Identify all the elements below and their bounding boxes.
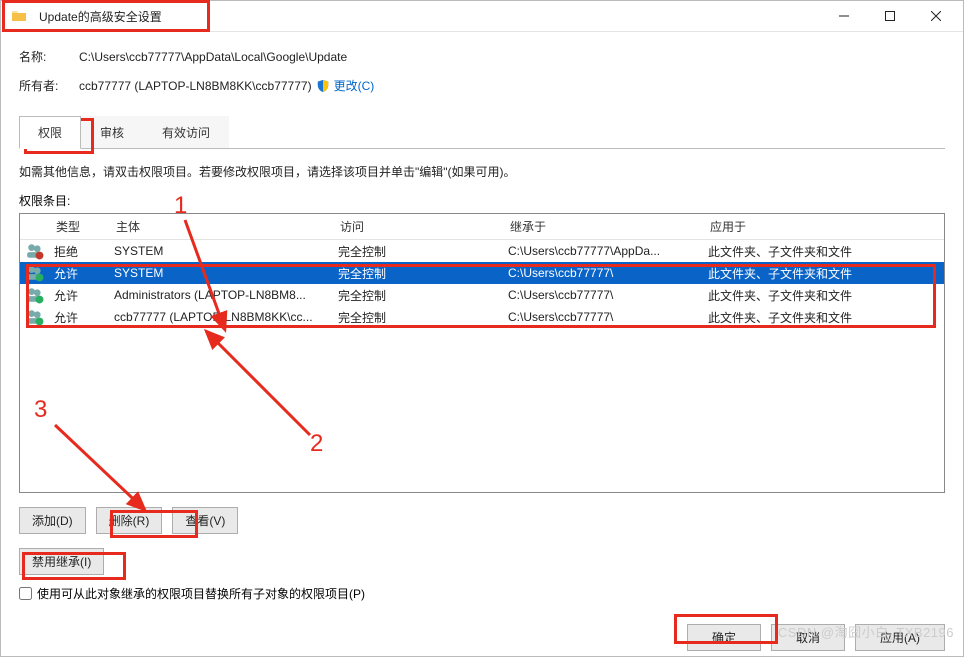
cancel-button[interactable]: 取消 — [771, 624, 845, 651]
owner-value: ccb77777 (LAPTOP-LN8BM8KK\ccb77777) — [79, 79, 312, 93]
col-principal[interactable]: 主体 — [116, 218, 340, 235]
cell-type: 允许 — [54, 309, 114, 326]
cell-inherited: C:\Users\ccb77777\AppDa... — [508, 244, 708, 258]
principal-icon — [26, 242, 44, 260]
disable-inheritance-button[interactable]: 禁用继承(I) — [19, 548, 104, 575]
principal-icon — [26, 308, 44, 326]
security-dialog: Update的高级安全设置 名称: C:\Users\ccb77777\AppD… — [0, 0, 964, 657]
remove-button[interactable]: 删除(R) — [96, 507, 163, 534]
tab-auditing[interactable]: 审核 — [81, 116, 143, 149]
permission-entries-table: 类型 主体 访问 继承于 应用于 拒绝SYSTEM完全控制C:\Users\cc… — [19, 213, 945, 493]
cell-applies: 此文件夹、子文件夹和文件 — [708, 243, 944, 260]
cell-applies: 此文件夹、子文件夹和文件 — [708, 265, 944, 282]
ok-button[interactable]: 确定 — [687, 624, 761, 651]
replace-child-permissions-checkbox[interactable] — [19, 587, 32, 600]
principal-icon — [26, 264, 44, 282]
table-row[interactable]: 拒绝SYSTEM完全控制C:\Users\ccb77777\AppDa...此文… — [20, 240, 944, 262]
col-type[interactable]: 类型 — [56, 218, 116, 235]
minimize-button[interactable] — [821, 1, 867, 31]
titlebar: Update的高级安全设置 — [1, 1, 963, 32]
col-access[interactable]: 访问 — [340, 218, 510, 235]
cell-applies: 此文件夹、子文件夹和文件 — [708, 287, 944, 304]
add-button[interactable]: 添加(D) — [19, 507, 86, 534]
cell-access: 完全控制 — [338, 309, 508, 326]
cell-type: 拒绝 — [54, 243, 114, 260]
cell-principal: SYSTEM — [114, 244, 338, 258]
entries-label: 权限条目: — [19, 192, 945, 209]
cell-inherited: C:\Users\ccb77777\ — [508, 266, 708, 280]
window-title: Update的高级安全设置 — [33, 4, 168, 29]
annotation-number: 1 — [174, 192, 187, 220]
col-applies[interactable]: 应用于 — [710, 218, 944, 235]
cell-inherited: C:\Users\ccb77777\ — [508, 288, 708, 302]
name-value: C:\Users\ccb77777\AppData\Local\Google\U… — [79, 50, 347, 64]
owner-label: 所有者: — [19, 77, 79, 94]
cell-principal: SYSTEM — [114, 266, 338, 280]
apply-button[interactable]: 应用(A) — [855, 624, 945, 651]
cell-inherited: C:\Users\ccb77777\ — [508, 310, 708, 324]
cell-type: 允许 — [54, 265, 114, 282]
tab-strip: 权限 审核 有效访问 — [19, 116, 945, 149]
annotation-number: 3 — [34, 396, 47, 424]
name-label: 名称: — [19, 48, 79, 65]
replace-child-permissions-label: 使用可从此对象继承的权限项目替换所有子对象的权限项目(P) — [37, 585, 365, 602]
col-inherited[interactable]: 继承于 — [510, 218, 710, 235]
tab-effective-access[interactable]: 有效访问 — [143, 116, 229, 149]
cell-applies: 此文件夹、子文件夹和文件 — [708, 309, 944, 326]
table-row[interactable]: 允许Administrators (LAPTOP-LN8BM8...完全控制C:… — [20, 284, 944, 306]
cell-type: 允许 — [54, 287, 114, 304]
cell-principal: Administrators (LAPTOP-LN8BM8... — [114, 288, 338, 302]
cell-access: 完全控制 — [338, 287, 508, 304]
annotation-number: 2 — [310, 430, 323, 458]
shield-icon — [316, 79, 330, 93]
close-button[interactable] — [913, 1, 959, 31]
maximize-button[interactable] — [867, 1, 913, 31]
view-button[interactable]: 查看(V) — [172, 507, 238, 534]
cell-access: 完全控制 — [338, 265, 508, 282]
principal-icon — [26, 286, 44, 304]
tab-permissions[interactable]: 权限 — [19, 116, 81, 149]
folder-icon — [11, 8, 27, 24]
cell-principal: ccb77777 (LAPTOP-LN8BM8KK\cc... — [114, 310, 338, 324]
table-row[interactable]: 允许SYSTEM完全控制C:\Users\ccb77777\此文件夹、子文件夹和… — [20, 262, 944, 284]
change-owner-link[interactable]: 更改(C) — [334, 77, 375, 94]
help-text: 如需其他信息，请双击权限项目。若要修改权限项目，请选择该项目并单击"编辑"(如果… — [19, 163, 945, 180]
table-row[interactable]: 允许ccb77777 (LAPTOP-LN8BM8KK\cc...完全控制C:\… — [20, 306, 944, 328]
cell-access: 完全控制 — [338, 243, 508, 260]
